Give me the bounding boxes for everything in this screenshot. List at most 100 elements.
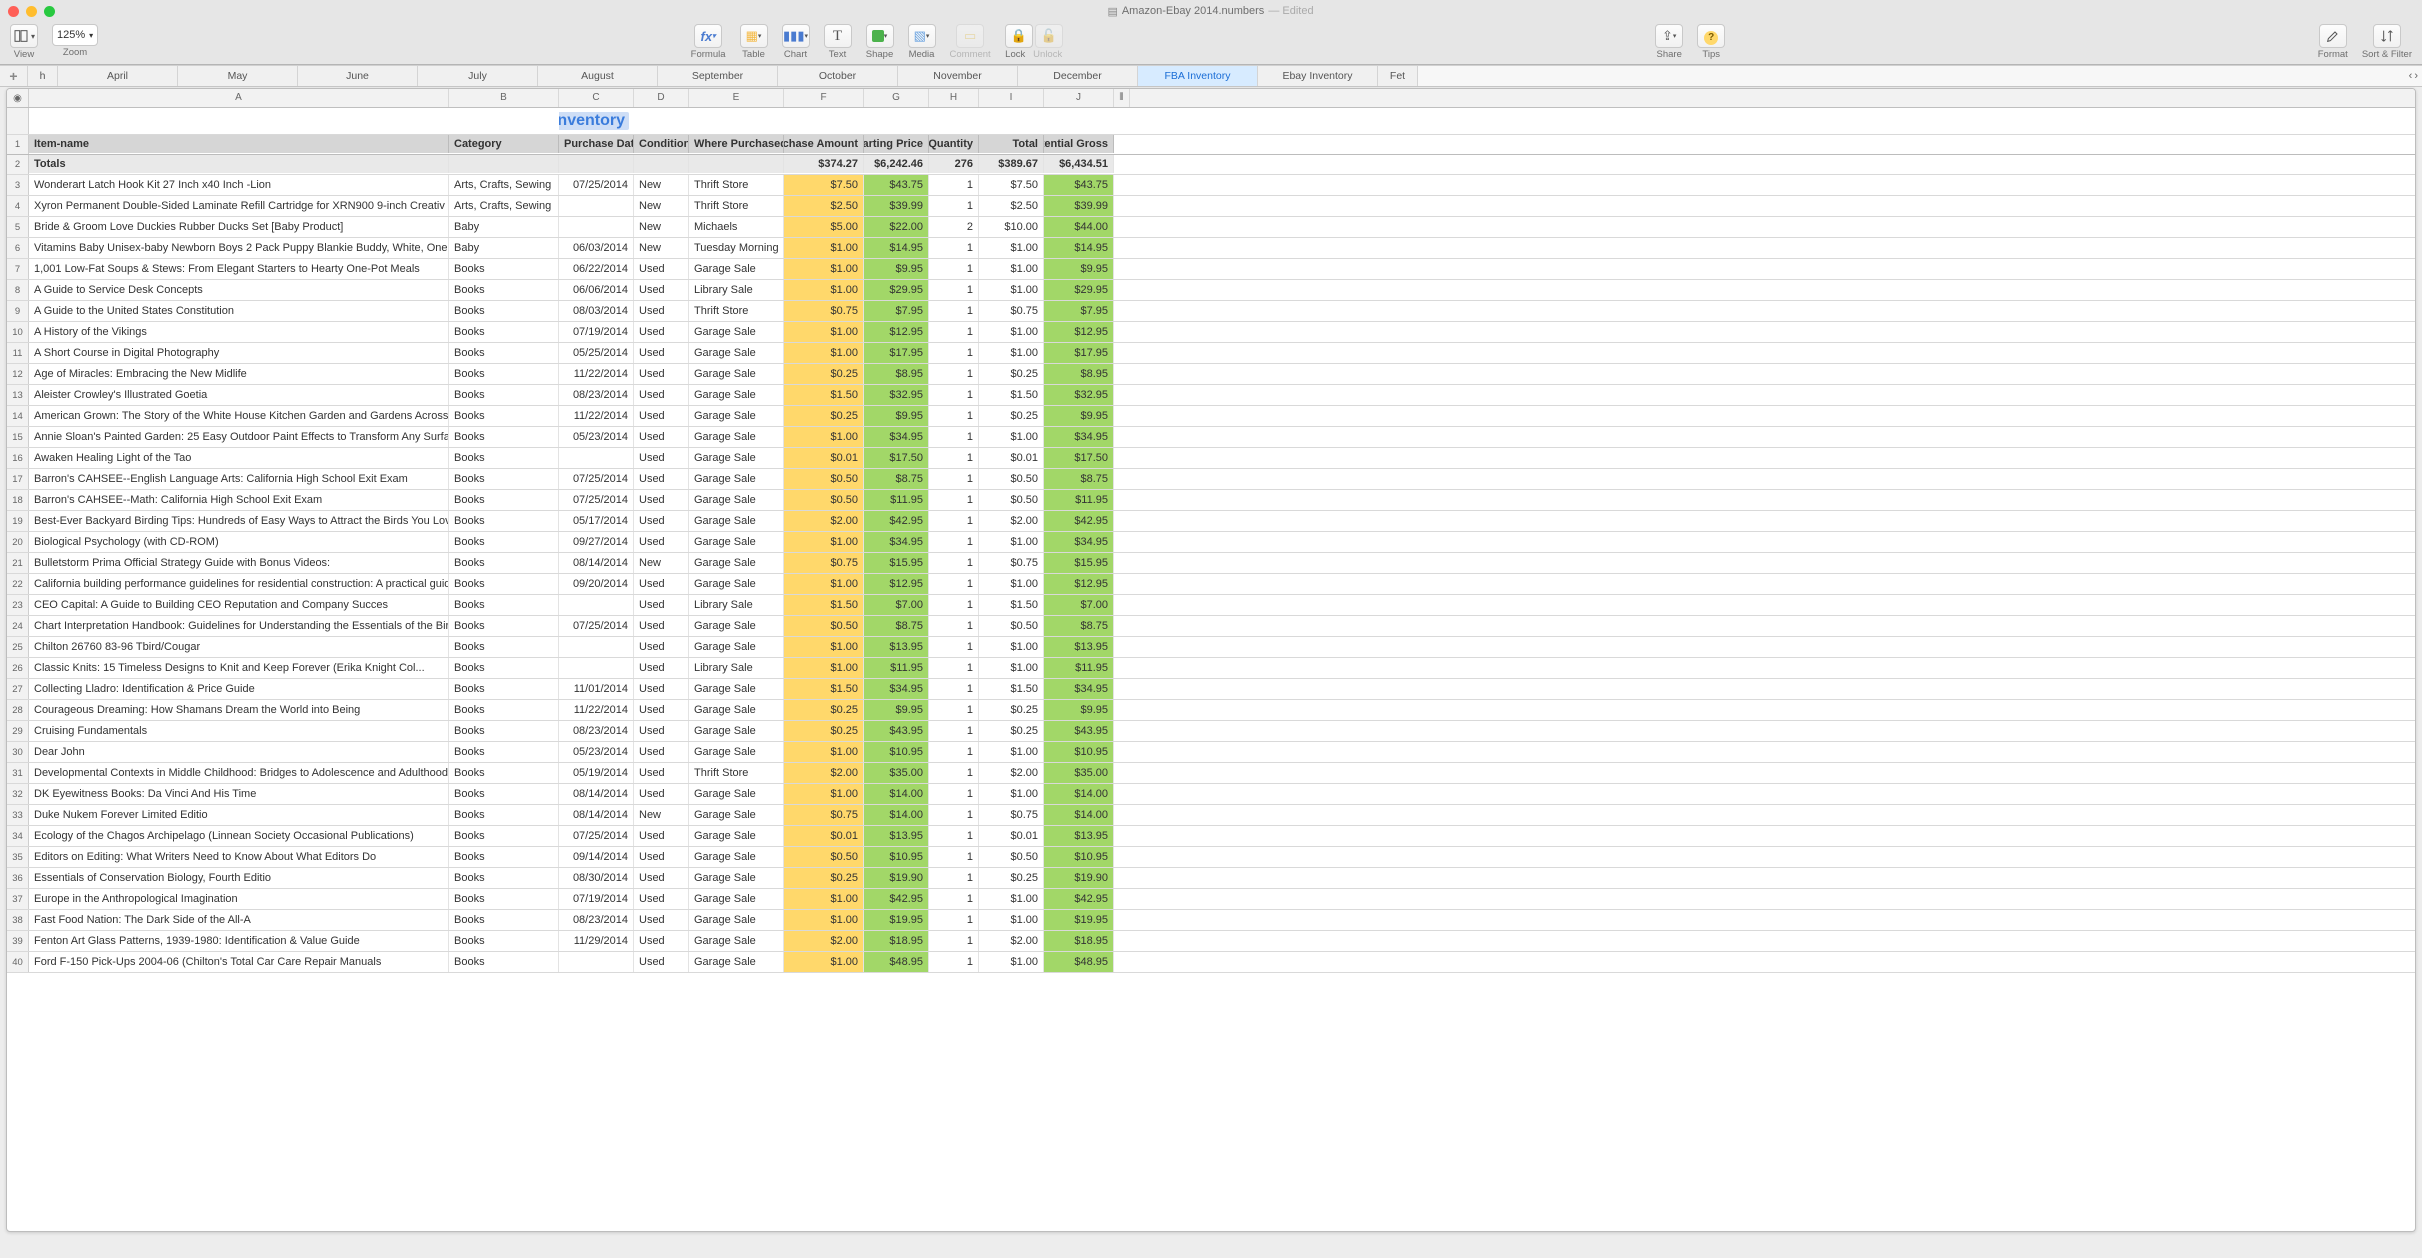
cell-condition[interactable]: Used <box>634 637 689 657</box>
col-header[interactable]: J <box>1044 89 1114 107</box>
cell-quantity[interactable]: 1 <box>929 364 979 384</box>
cell-where[interactable]: Garage Sale <box>689 490 784 510</box>
cell-quantity[interactable]: 1 <box>929 910 979 930</box>
cell-item-name[interactable]: Classic Knits: 15 Timeless Designs to Kn… <box>29 658 449 678</box>
cell-starting-price[interactable]: $34.95 <box>864 532 929 552</box>
cell-total[interactable]: $1.00 <box>979 532 1044 552</box>
cell-condition[interactable]: Used <box>634 343 689 363</box>
cell-starting-price[interactable]: $7.00 <box>864 595 929 615</box>
media-button[interactable]: ▧▾ <box>908 24 936 48</box>
row-header[interactable]: 11 <box>7 343 29 363</box>
row-header[interactable]: 8 <box>7 280 29 300</box>
cell-purchase-date[interactable]: 05/17/2014 <box>559 511 634 531</box>
cell-starting-price[interactable]: $17.95 <box>864 343 929 363</box>
cell-purchase-date[interactable]: 11/29/2014 <box>559 931 634 951</box>
cell-potential-gross[interactable]: $42.95 <box>1044 511 1114 531</box>
row-header[interactable]: 36 <box>7 868 29 888</box>
cell-potential-gross[interactable]: $34.95 <box>1044 532 1114 552</box>
cell-purchase-date[interactable]: 07/25/2014 <box>559 469 634 489</box>
cell-where[interactable]: Thrift Store <box>689 175 784 195</box>
cell-starting-price[interactable]: $13.95 <box>864 637 929 657</box>
cell-item-name[interactable]: Ford F-150 Pick-Ups 2004-06 (Chilton's T… <box>29 952 449 972</box>
cell-condition[interactable]: Used <box>634 322 689 342</box>
cell-starting-price[interactable]: $12.95 <box>864 322 929 342</box>
cell-where[interactable]: Garage Sale <box>689 406 784 426</box>
cell-starting-price[interactable]: $42.95 <box>864 511 929 531</box>
header-cell[interactable]: Starting Price <box>864 135 929 153</box>
sheet-tab-september[interactable]: September <box>658 66 778 86</box>
cell-amount[interactable]: $1.00 <box>784 532 864 552</box>
totals-label[interactable]: Totals <box>29 155 449 173</box>
cell-total[interactable]: $0.25 <box>979 364 1044 384</box>
cell-potential-gross[interactable]: $42.95 <box>1044 889 1114 909</box>
cell-quantity[interactable]: 1 <box>929 343 979 363</box>
cell-amount[interactable]: $1.00 <box>784 574 864 594</box>
cell-purchase-date[interactable]: 05/23/2014 <box>559 742 634 762</box>
cell-starting-price[interactable]: $8.95 <box>864 364 929 384</box>
cell-total[interactable]: $1.00 <box>979 280 1044 300</box>
cell-potential-gross[interactable]: $9.95 <box>1044 700 1114 720</box>
cell-where[interactable]: Garage Sale <box>689 469 784 489</box>
cell-starting-price[interactable]: $34.95 <box>864 427 929 447</box>
cell-quantity[interactable]: 1 <box>929 700 979 720</box>
row-header[interactable]: 12 <box>7 364 29 384</box>
cell-amount[interactable]: $1.00 <box>784 637 864 657</box>
sheet-tab-ebay-inventory[interactable]: Ebay Inventory <box>1258 66 1378 86</box>
cell-category[interactable]: Baby <box>449 238 559 258</box>
cell-quantity[interactable]: 1 <box>929 322 979 342</box>
cell-quantity[interactable]: 1 <box>929 469 979 489</box>
cell-quantity[interactable]: 2 <box>929 217 979 237</box>
cell-category[interactable]: Books <box>449 427 559 447</box>
cell-quantity[interactable]: 1 <box>929 406 979 426</box>
header-cell[interactable]: Potential Gross <box>1044 135 1114 153</box>
cell-quantity[interactable]: 1 <box>929 259 979 279</box>
cell-potential-gross[interactable]: $14.00 <box>1044 805 1114 825</box>
cell-where[interactable]: Thrift Store <box>689 763 784 783</box>
cell-condition[interactable]: Used <box>634 595 689 615</box>
totals-total[interactable]: $389.67 <box>979 155 1044 173</box>
row-header[interactable]: 14 <box>7 406 29 426</box>
cell-starting-price[interactable]: $19.90 <box>864 868 929 888</box>
cell-quantity[interactable]: 1 <box>929 280 979 300</box>
cell-item-name[interactable]: Collecting Lladro: Identification & Pric… <box>29 679 449 699</box>
cell-potential-gross[interactable]: $34.95 <box>1044 679 1114 699</box>
cell-category[interactable]: Books <box>449 763 559 783</box>
cell-quantity[interactable]: 1 <box>929 742 979 762</box>
row-header[interactable]: 4 <box>7 196 29 216</box>
cell-total[interactable]: $1.00 <box>979 238 1044 258</box>
cell-category[interactable]: Books <box>449 301 559 321</box>
cell-category[interactable]: Books <box>449 721 559 741</box>
row-header[interactable]: 19 <box>7 511 29 531</box>
sheet-tab-november[interactable]: November <box>898 66 1018 86</box>
cell-condition[interactable]: New <box>634 196 689 216</box>
cell-condition[interactable]: Used <box>634 427 689 447</box>
cell-item-name[interactable]: American Grown: The Story of the White H… <box>29 406 449 426</box>
cell-item-name[interactable]: Barron's CAHSEE--English Language Arts: … <box>29 469 449 489</box>
cell-quantity[interactable]: 1 <box>929 595 979 615</box>
cell-total[interactable]: $2.00 <box>979 763 1044 783</box>
cell-total[interactable]: $0.75 <box>979 301 1044 321</box>
cell-where[interactable]: Garage Sale <box>689 259 784 279</box>
cell-item-name[interactable]: Aleister Crowley's Illustrated Goetia <box>29 385 449 405</box>
cell-total[interactable]: $1.00 <box>979 259 1044 279</box>
cell-item-name[interactable]: A Guide to Service Desk Concepts <box>29 280 449 300</box>
row-header[interactable]: 22 <box>7 574 29 594</box>
cell-total[interactable]: $7.50 <box>979 175 1044 195</box>
cell-item-name[interactable]: Bulletstorm Prima Official Strategy Guid… <box>29 553 449 573</box>
cell-where[interactable]: Garage Sale <box>689 700 784 720</box>
cell-starting-price[interactable]: $48.95 <box>864 952 929 972</box>
cell-total[interactable]: $0.25 <box>979 868 1044 888</box>
row-header[interactable]: 15 <box>7 427 29 447</box>
row-header[interactable]: 16 <box>7 448 29 468</box>
cell-where[interactable]: Garage Sale <box>689 784 784 804</box>
row-header[interactable]: 18 <box>7 490 29 510</box>
cell-starting-price[interactable]: $9.95 <box>864 406 929 426</box>
sheet-tab-may[interactable]: May <box>178 66 298 86</box>
cell-purchase-date[interactable]: 07/19/2014 <box>559 889 634 909</box>
cell-total[interactable]: $0.01 <box>979 448 1044 468</box>
cell-quantity[interactable]: 1 <box>929 238 979 258</box>
cell-amount[interactable]: $2.00 <box>784 511 864 531</box>
cell-condition[interactable]: Used <box>634 364 689 384</box>
col-header[interactable]: G <box>864 89 929 107</box>
cell-category[interactable]: Books <box>449 406 559 426</box>
